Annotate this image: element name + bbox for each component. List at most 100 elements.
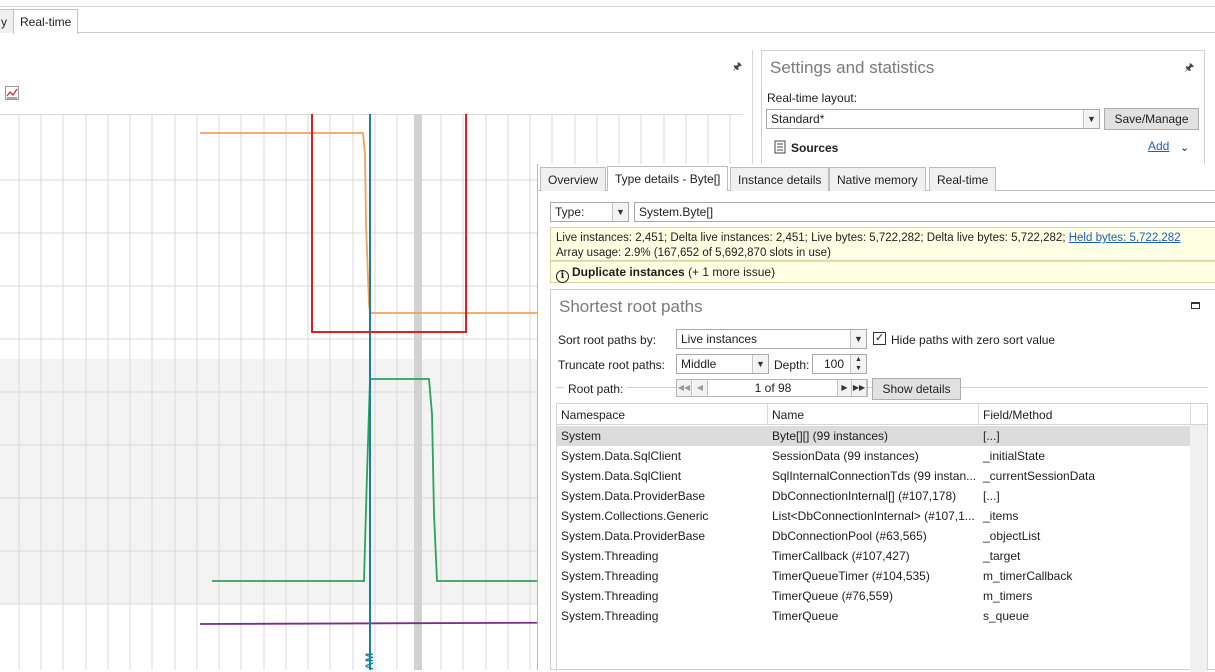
chevron-down-icon[interactable]: ▼	[612, 203, 628, 221]
column-header-name[interactable]: Name	[768, 404, 979, 425]
hide-zero-checkbox[interactable]: ✓	[873, 332, 886, 345]
pin-icon[interactable]: 🖈	[732, 58, 742, 77]
tab-label: Overview	[548, 173, 599, 187]
layout-value: Standard*	[771, 112, 825, 126]
shortest-root-paths-panel: Shortest root paths Sort root paths by: …	[550, 289, 1215, 672]
save-manage-button[interactable]: Save/Manage	[1104, 108, 1199, 130]
graph-options-icon[interactable]	[5, 86, 19, 100]
scrub-bar[interactable]	[414, 114, 422, 670]
tab-previous[interactable]: y	[0, 9, 14, 33]
table-row[interactable]: System.Data.SqlClient SessionData (99 ins…	[557, 446, 1190, 466]
type-details-window: Overview Type details - Byte[] Instance …	[537, 164, 1215, 672]
stepper-icon[interactable]: ▲ ▼	[850, 355, 866, 373]
table-row[interactable]: System.Data.ProviderBase DbConnectionInte…	[557, 486, 1190, 506]
tab-label: y	[1, 15, 7, 29]
held-bytes-link[interactable]: Held bytes: 5,722,282	[1069, 232, 1181, 244]
root-path-table: Namespace Name Field/Method System Byte[]…	[556, 403, 1208, 672]
table-row[interactable]: System.Threading TimerQueue (#76,559) m_ti…	[557, 586, 1190, 606]
hide-zero-label: Hide paths with zero sort value	[891, 333, 1056, 347]
type-name-input[interactable]: System.Byte[]	[634, 202, 1215, 222]
table-cell: s_queue	[983, 609, 1030, 623]
table-cell: System.Data.ProviderBase	[561, 489, 706, 503]
depth-stepper[interactable]: 100 ▲ ▼	[812, 354, 867, 374]
tab-real-time[interactable]: Real-time	[929, 167, 997, 191]
table-row[interactable]: System.Threading TimerQueueTimer (#104,53…	[557, 566, 1190, 586]
previous-page-icon[interactable]: ◀	[693, 380, 708, 396]
page-indicator: 1 of 98	[754, 381, 792, 395]
settings-title: Settings and statistics	[770, 58, 935, 77]
table-cell: SqlInternalConnectionTds (99 instan...	[772, 469, 977, 483]
stats-text: Live instances: 2,451; Delta live instan…	[556, 232, 1069, 244]
table-cell: _objectList	[983, 529, 1041, 543]
table-cell: [...]	[983, 489, 1000, 503]
tab-real-time[interactable]: Real-time	[13, 9, 79, 34]
stats-line-1: Live instances: 2,451; Delta live instan…	[556, 231, 1210, 246]
root-path-label: Root path:	[564, 382, 628, 396]
table-cell: System.Data.SqlClient	[561, 469, 682, 483]
table-cell: System.Collections.Generic	[561, 509, 709, 523]
table-row[interactable]: System.Collections.Generic List<DbConnect…	[557, 506, 1190, 526]
table-scrollbar[interactable]	[1190, 425, 1207, 672]
table-cell: TimerCallback (#107,427)	[772, 549, 910, 563]
table-row[interactable]: System.Data.SqlClient SqlInternalConnecti…	[557, 466, 1190, 486]
first-page-icon[interactable]: ◀◀	[677, 380, 692, 396]
last-page-icon[interactable]: ▶▶	[852, 380, 867, 396]
duplicate-instances-issue[interactable]: i Duplicate instances (+ 1 more issue)	[550, 261, 1215, 283]
pin-icon[interactable]: 🖈	[1184, 59, 1194, 78]
add-source-link[interactable]: Add	[1148, 139, 1169, 153]
table-cell: m_timers	[983, 589, 1033, 603]
chevron-down-icon[interactable]: ⌄	[1180, 141, 1189, 154]
next-page-icon[interactable]: ▶	[837, 380, 852, 396]
info-icon: i	[556, 270, 569, 283]
table-header: Namespace Name Field/Method	[557, 404, 1207, 425]
type-filter-value: Type:	[555, 205, 585, 219]
maximize-icon[interactable]	[1191, 302, 1200, 309]
tab-native-memory[interactable]: Native memory	[829, 167, 926, 191]
chevron-down-icon[interactable]: ▼	[752, 355, 768, 373]
strip-divider	[0, 6, 1215, 7]
sort-value: Live instances	[681, 332, 758, 346]
table-cell: System.Threading	[561, 569, 659, 583]
type-filter-select[interactable]: Type: ▼	[550, 202, 629, 222]
table-cell: DbConnectionPool (#63,565)	[772, 529, 927, 543]
show-details-button[interactable]: Show details	[872, 378, 961, 400]
duplicate-more: (+ 1 more issue)	[688, 265, 776, 279]
table-cell: System.Threading	[561, 549, 659, 563]
table-cell: System	[561, 429, 602, 443]
table-row[interactable]: System.Threading TimerQueue s_queue	[557, 606, 1190, 626]
tab-label: Type details - Byte[]	[615, 172, 721, 186]
layout-select[interactable]: Standard* ▼	[766, 109, 1100, 129]
tab-overview[interactable]: Overview	[540, 167, 607, 191]
tab-label: Real-time	[937, 173, 989, 187]
table-cell: List<DbConnectionInternal> (#107,1...	[772, 509, 975, 523]
truncate-label: Truncate root paths:	[558, 358, 665, 372]
chevron-down-icon[interactable]: ▼	[850, 330, 866, 348]
duplicate-label: Duplicate instances	[572, 265, 685, 279]
sources-label: Sources	[791, 141, 839, 155]
table-cell: Byte[][] (99 instances)	[772, 429, 889, 443]
tab-type-details[interactable]: Type details - Byte[]	[607, 166, 729, 191]
sort-select[interactable]: Live instances ▼	[676, 329, 867, 349]
table-cell: m_timerCallback	[983, 569, 1073, 583]
table-row[interactable]: System.Data.ProviderBase DbConnectionPool…	[557, 526, 1190, 546]
top-tab-strip: y Real-time	[0, 0, 1215, 34]
tab-instance-details[interactable]: Instance details	[730, 167, 830, 191]
type-statistics: Live instances: 2,451; Delta live instan…	[550, 227, 1215, 261]
tab-label: Real-time	[20, 15, 72, 29]
depth-label: Depth:	[774, 358, 810, 372]
table-row[interactable]: System Byte[][] (99 instances) [...]	[557, 426, 1190, 446]
column-header-field[interactable]: Field/Method	[979, 404, 1191, 425]
tab-label: Native memory	[837, 173, 918, 187]
chevron-down-icon[interactable]: ▼	[1083, 110, 1099, 128]
tab-label: Instance details	[738, 173, 822, 187]
column-header-namespace[interactable]: Namespace	[557, 404, 768, 425]
table-cell: _initialState	[983, 449, 1046, 463]
layout-label: Real-time layout:	[767, 91, 858, 105]
table-row[interactable]: System.Threading TimerCallback (#107,427)…	[557, 546, 1190, 566]
timestamp-label: AM	[364, 653, 376, 670]
table-cell: _target	[983, 549, 1021, 563]
table-cell: _currentSessionData	[983, 469, 1096, 483]
truncate-select[interactable]: Middle ▼	[676, 354, 769, 374]
root-path-pager[interactable]: ◀◀ ◀ 1 of 98 ▶ ▶▶	[676, 379, 868, 397]
truncate-value: Middle	[681, 357, 717, 371]
